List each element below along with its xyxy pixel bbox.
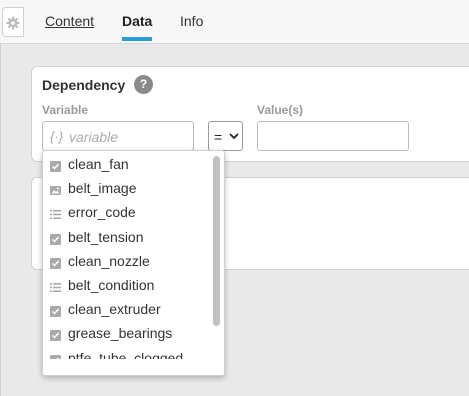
dropdown-item[interactable]: belt_condition (43, 274, 209, 298)
dropdown-item[interactable]: error_code (43, 201, 209, 225)
dropdown-list: clean_fan belt_image error_code belt_tensio… (43, 151, 209, 359)
dropdown-item-label: belt_tension (68, 228, 144, 245)
dropdown-item[interactable]: clean_extruder (43, 298, 209, 322)
variable-label: Variable (42, 103, 89, 117)
tab-data[interactable]: Data (122, 13, 152, 29)
tab-info[interactable]: Info (180, 13, 203, 29)
checkbox-icon (50, 256, 61, 269)
active-tab-indicator (122, 37, 152, 41)
dropdown-item-label: clean_fan (68, 156, 129, 172)
values-label: Value(s) (257, 103, 304, 117)
chevron-down-icon (229, 133, 239, 140)
dropdown-item-label: error_code (68, 204, 136, 221)
dropdown-item-label: clean_nozzle (68, 252, 150, 269)
checkbox-icon (50, 232, 61, 245)
variable-placeholder-icon: {·} (50, 129, 64, 144)
variable-input[interactable]: {·} variable (42, 121, 194, 151)
help-icon[interactable]: ? (134, 75, 153, 94)
tab-content[interactable]: Content (45, 13, 94, 29)
checkbox-icon (50, 159, 61, 172)
dropdown-scrollbar-thumb[interactable] (213, 156, 220, 326)
values-input[interactable] (257, 121, 409, 151)
dropdown-item[interactable]: grease_bearings (43, 322, 209, 346)
gear-icon (6, 16, 20, 30)
list-icon (50, 207, 61, 220)
dropdown-item[interactable]: clean_nozzle (43, 250, 209, 274)
dropdown-item[interactable]: ptfe_tube_clogged (43, 347, 209, 359)
checkbox-icon (50, 304, 61, 318)
dropdown-item[interactable]: clean_fan (43, 153, 209, 177)
dependency-title: Dependency (42, 77, 126, 93)
variable-placeholder: variable (69, 129, 119, 145)
dropdown-item-label: clean_extruder (68, 301, 161, 318)
top-tab-bar: Content Data Info (0, 0, 469, 44)
left-divider (0, 43, 1, 396)
variable-dropdown: clean_fan belt_image error_code belt_tensio… (42, 150, 225, 376)
operator-value: = (214, 129, 223, 145)
dropdown-item[interactable]: belt_image (43, 177, 209, 201)
checkbox-icon (50, 328, 61, 342)
dropdown-item-label: ptfe_tube_clogged (68, 349, 184, 359)
dropdown-item-label: grease_bearings (68, 325, 173, 342)
dropdown-item[interactable]: belt_tension (43, 226, 209, 250)
dropdown-bottom-edge (43, 359, 224, 375)
dropdown-item-label: belt_condition (68, 277, 155, 293)
list-icon (50, 280, 61, 292)
image-icon (50, 183, 61, 196)
settings-tab[interactable] (2, 7, 24, 37)
dropdown-item-label: belt_image (68, 180, 137, 197)
operator-select[interactable]: = (208, 121, 243, 151)
